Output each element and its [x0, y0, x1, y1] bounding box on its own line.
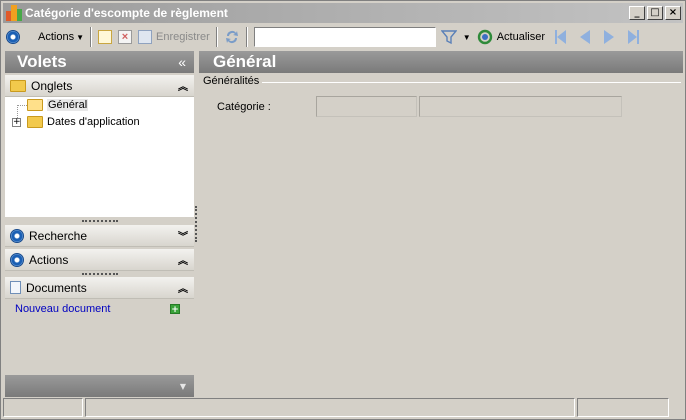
category-description-field[interactable]: [419, 96, 622, 117]
app-icon: [6, 5, 22, 21]
sync-button[interactable]: [221, 26, 243, 48]
section-actions[interactable]: Actions ︽: [5, 249, 194, 271]
toolbar-separator: [90, 27, 92, 47]
last-record-button[interactable]: [621, 26, 642, 48]
tree-node-dates[interactable]: + Dates d'application: [12, 114, 140, 130]
resize-grip[interactable]: [5, 217, 194, 225]
new-document-icon: [98, 30, 112, 44]
tabs-tree: Général + Dates d'application: [5, 97, 194, 217]
actions-menu-label: Actions: [38, 31, 75, 43]
section-documents[interactable]: Documents ︽: [5, 277, 194, 299]
close-button[interactable]: ×: [665, 6, 681, 20]
expand-icon[interactable]: +: [12, 117, 21, 127]
window-title: Catégorie d'escompte de règlement: [25, 6, 228, 20]
side-panel-header: Volets «: [5, 51, 194, 73]
maximize-button[interactable]: □: [647, 6, 663, 20]
category-code-field[interactable]: [316, 96, 417, 117]
side-panel-footer[interactable]: ▼: [5, 375, 194, 397]
toolbar: Actions ▼ × Enregistrer ▼ Actualiser: [3, 24, 683, 50]
chevron-down-icon: ▼: [462, 32, 471, 42]
circle-nav-icon: [6, 30, 20, 44]
next-record-button[interactable]: [597, 26, 621, 48]
chevron-up-icon[interactable]: ︽: [178, 252, 188, 267]
save-button-label: Enregistrer: [156, 31, 210, 43]
filter-button[interactable]: ▼: [438, 26, 474, 48]
collapse-panel-icon[interactable]: «: [178, 54, 186, 70]
status-cell: [577, 398, 669, 417]
add-icon[interactable]: +: [170, 304, 180, 315]
delete-icon: ×: [118, 30, 132, 44]
section-recherche[interactable]: Recherche ︾: [5, 225, 194, 247]
section-recherche-label: Recherche: [29, 228, 88, 243]
chevron-up-icon[interactable]: ︽: [178, 280, 188, 295]
section-documents-label: Documents: [26, 280, 87, 295]
tree-node-dates-label: Dates d'application: [47, 116, 140, 128]
new-document-row: Nouveau document +: [5, 299, 194, 315]
status-cell: [85, 398, 575, 417]
chevron-down-icon: ▼: [179, 381, 186, 391]
refresh-label: Actualiser: [496, 31, 546, 43]
group-divider: [259, 82, 681, 83]
last-icon-bar: [637, 30, 640, 44]
filter-icon: [440, 30, 457, 45]
actions-menu-button[interactable]: Actions ▼: [31, 26, 87, 48]
side-panel-title: Volets: [17, 52, 67, 71]
first-record-button[interactable]: [552, 26, 573, 48]
status-cell: [3, 398, 83, 417]
delete-button[interactable]: ×: [115, 26, 135, 48]
section-onglets-label: Onglets: [31, 78, 73, 93]
refresh-button[interactable]: Actualiser: [474, 26, 548, 48]
title-bar[interactable]: Catégorie d'escompte de règlement _ □ ×: [3, 3, 683, 23]
search-section-icon: [10, 228, 24, 243]
toolbar-separator: [245, 27, 248, 47]
tree-node-general-label: Général: [47, 99, 89, 111]
toolbar-separator: [215, 27, 218, 47]
status-bar: [3, 398, 683, 417]
chevron-down-icon[interactable]: ︾: [178, 228, 188, 243]
first-icon: [557, 30, 567, 44]
save-icon: [138, 30, 152, 44]
document-icon: [10, 281, 21, 294]
chevron-down-icon: ▼: [76, 32, 84, 42]
actions-section-icon: [10, 252, 24, 267]
save-button[interactable]: Enregistrer: [135, 26, 213, 48]
section-onglets[interactable]: Onglets ︽: [5, 75, 194, 97]
chevron-up-icon[interactable]: ︽: [178, 78, 188, 93]
side-panel: Volets « Onglets ︽ Général + Dates d'app…: [5, 51, 194, 397]
refresh-icon: [477, 29, 492, 45]
group-title: Généralités: [203, 75, 263, 87]
folder-icon: [27, 116, 43, 128]
folder-icon: [10, 79, 26, 92]
section-actions-label: Actions: [29, 252, 69, 267]
content-header: Général: [199, 51, 683, 73]
resize-grip[interactable]: [671, 398, 683, 417]
minimize-button[interactable]: _: [629, 6, 645, 20]
sync-icon: [225, 31, 238, 44]
next-icon: [604, 30, 615, 44]
search-input[interactable]: [253, 27, 436, 47]
tree-node-general[interactable]: Général: [27, 97, 89, 113]
panel-splitter[interactable]: [195, 206, 198, 242]
new-document-link[interactable]: Nouveau document: [15, 303, 110, 315]
previous-record-button[interactable]: [573, 26, 597, 48]
category-label: Catégorie :: [217, 101, 271, 113]
previous-icon: [580, 30, 591, 44]
open-folder-icon: [27, 99, 43, 111]
main-content: Général Généralités Catégorie :: [199, 51, 683, 397]
application-window: Catégorie d'escompte de règlement _ □ × …: [0, 0, 686, 420]
last-icon: [628, 30, 638, 44]
new-record-button[interactable]: [95, 26, 115, 48]
home-button[interactable]: [3, 26, 23, 48]
page-title: Général: [213, 52, 277, 71]
